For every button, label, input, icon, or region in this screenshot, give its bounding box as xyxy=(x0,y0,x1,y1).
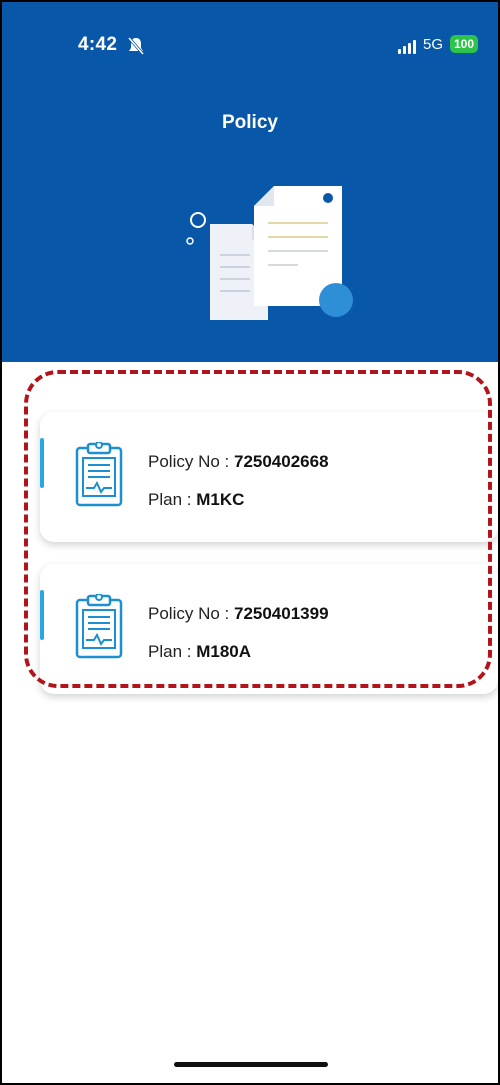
header: 4:42 5G 100 Policy xyxy=(2,2,498,362)
cellular-signal-icon xyxy=(398,40,416,54)
policy-number-label: Policy No : xyxy=(148,452,234,471)
clipboard-document-icon xyxy=(74,593,124,665)
policy-number-line: Policy No : 7250402668 xyxy=(148,452,329,472)
page-title: Policy xyxy=(222,112,278,133)
plan-line: Plan : M180A xyxy=(148,642,251,662)
card-accent-bar xyxy=(40,438,44,488)
policy-number-line: Policy No : 7250401399 xyxy=(148,604,329,624)
policy-card-1[interactable]: Policy No : 7250402668 Plan : M1KC xyxy=(40,412,498,542)
plan-label: Plan : xyxy=(148,642,197,661)
documents-illustration-icon xyxy=(178,178,358,333)
status-bar: 4:42 5G 100 xyxy=(2,34,498,64)
home-indicator[interactable] xyxy=(174,1062,328,1067)
policy-number-label: Policy No : xyxy=(148,604,234,623)
policy-number-value: 7250402668 xyxy=(233,452,329,471)
policy-list-panel: Policy No : 7250402668 Plan : M1KC Polic… xyxy=(2,380,498,1083)
policy-card-2[interactable]: Policy No : 7250401399 Plan : M180A xyxy=(40,564,498,694)
policy-number-value: 7250401399 xyxy=(233,604,329,623)
status-time: 4:42 xyxy=(78,34,118,55)
clipboard-document-icon xyxy=(74,441,124,513)
plan-value: M180A xyxy=(196,642,252,661)
card-accent-bar xyxy=(40,590,44,640)
plan-line: Plan : M1KC xyxy=(148,490,244,510)
silent-bell-icon xyxy=(126,36,146,61)
plan-label: Plan : xyxy=(148,490,197,509)
network-type: 5G xyxy=(423,36,444,53)
battery-icon: 100 xyxy=(450,35,479,53)
plan-value: M1KC xyxy=(196,490,245,509)
phone-screen: 4:42 5G 100 Policy Policy No: 725040266… xyxy=(0,0,500,1085)
